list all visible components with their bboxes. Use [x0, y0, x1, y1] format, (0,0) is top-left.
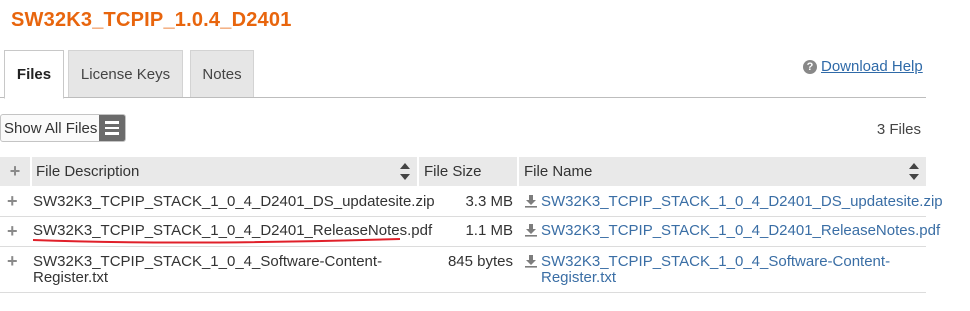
tab-license-keys-label: License Keys	[80, 65, 171, 83]
expand-row-button[interactable]: +	[7, 191, 18, 212]
table-header: + File Description File Size File Name	[0, 157, 926, 186]
file-description-line1: SW32K3_TCPIP_STACK_1_0_4_Software-Conten…	[33, 253, 383, 270]
plus-icon: +	[9, 161, 21, 181]
show-all-files-label: Show All Files	[4, 119, 98, 137]
question-circle-icon: ?	[803, 59, 817, 74]
file-size: 845 bytes	[447, 253, 513, 270]
red-underline-annotation	[32, 238, 401, 244]
column-header-description[interactable]: File Description	[30, 157, 417, 186]
table-row: + SW32K3_TCPIP_STACK_1_0_4_D2401_DS_upda…	[0, 186, 943, 217]
column-header-description-label: File Description	[36, 163, 140, 180]
column-header-file-name-label: File Name	[524, 163, 593, 180]
file-description: SW32K3_TCPIP_STACK_1_0_4_D2401_DS_update…	[33, 193, 435, 210]
tab-files[interactable]: Files	[4, 50, 64, 99]
expand-row-button[interactable]: +	[7, 221, 18, 242]
expand-all-button[interactable]: +	[0, 157, 30, 186]
download-icon[interactable]	[524, 194, 538, 208]
tab-notes[interactable]: Notes	[190, 50, 254, 97]
hamburger-menu-icon[interactable]	[99, 115, 125, 141]
file-count: 3 Files	[876, 121, 921, 138]
file-name-link-line1[interactable]: SW32K3_TCPIP_STACK_1_0_4_Software-Conten…	[541, 253, 890, 270]
table-row: + SW32K3_TCPIP_STACK_1_0_4_Software-Cont…	[0, 246, 926, 293]
expand-row-button[interactable]: +	[7, 251, 18, 272]
sort-icon	[400, 163, 410, 180]
download-help-link[interactable]: Download Help	[821, 58, 923, 75]
page-title: SW32K3_TCPIP_1.0.4_D2401	[11, 9, 292, 31]
file-size: 3.3 MB	[465, 193, 513, 210]
column-header-size-label: File Size	[424, 163, 482, 180]
file-name-link[interactable]: SW32K3_TCPIP_STACK_1_0_4_D2401_ReleaseNo…	[541, 222, 940, 239]
tab-files-label: Files	[16, 66, 52, 83]
file-name-link-line2[interactable]: Register.txt	[541, 269, 616, 286]
file-name-link[interactable]: SW32K3_TCPIP_STACK_1_0_4_D2401_DS_update…	[541, 193, 943, 210]
tab-divider	[0, 97, 926, 98]
download-icon[interactable]	[524, 254, 538, 268]
column-header-size[interactable]: File Size	[417, 157, 517, 186]
column-header-file-name[interactable]: File Name	[517, 157, 926, 186]
download-help[interactable]: ? Download Help	[803, 58, 923, 75]
tab-license-keys[interactable]: License Keys	[68, 50, 183, 97]
show-all-files-dropdown[interactable]: Show All Files	[0, 114, 126, 142]
sort-icon	[909, 163, 919, 180]
download-icon[interactable]	[524, 223, 538, 237]
tab-notes-label: Notes	[202, 65, 242, 83]
file-description-line2: Register.txt	[33, 269, 109, 286]
file-size: 1.1 MB	[465, 222, 513, 239]
